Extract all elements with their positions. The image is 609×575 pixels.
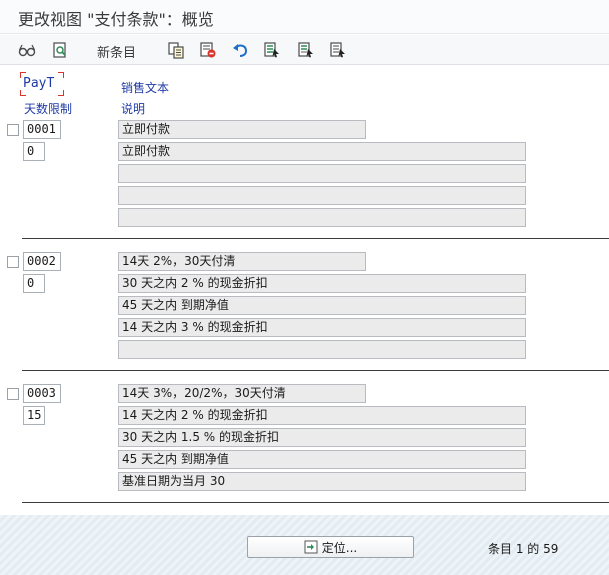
row-select-checkbox[interactable] [7,256,19,268]
payt-field[interactable]: 0002 [23,252,61,271]
row-select-checkbox[interactable] [7,388,19,400]
undo-icon[interactable] [230,40,250,60]
glasses-icon[interactable] [17,40,37,60]
explanation-field[interactable] [118,340,526,359]
day-limit-field[interactable]: 15 [23,406,45,425]
explanation-field[interactable]: 14 天之内 3 % 的现金折扣 [118,318,526,337]
toolbar: 新条目 [0,35,609,65]
explanation-field[interactable]: 30 天之内 2 % 的现金折扣 [118,274,526,293]
select-block-icon[interactable] [296,40,316,60]
sales-text-field[interactable]: 14天 3%，20/2%，30天付清 [118,384,366,403]
explanation-field[interactable]: 45 天之内 到期净值 [118,450,526,469]
day-limit-field[interactable]: 0 [23,142,45,161]
payt-header-label: PayT [23,76,55,91]
deselect-all-icon[interactable] [328,40,348,60]
entry-counter: 条目 1 的 59 [488,542,559,556]
find-icon[interactable] [50,40,70,60]
row-select-checkbox[interactable] [7,124,19,136]
explanation-field[interactable]: 30 天之内 1.5 % 的现金折扣 [118,428,526,447]
explanation-header: 说明 [121,102,146,116]
position-button[interactable]: 定位... [247,536,414,558]
delete-icon[interactable] [198,40,218,60]
row-separator [22,370,609,371]
window-title: 更改视图 "支付条款"：概览 [18,10,214,29]
select-all-icon[interactable] [262,40,282,60]
row-separator [22,502,609,503]
explanation-field[interactable]: 45 天之内 到期净值 [118,296,526,315]
payt-field[interactable]: 0003 [23,384,61,403]
day-limit-field[interactable]: 0 [23,274,45,293]
explanation-field[interactable]: 14 天之内 2 % 的现金折扣 [118,406,526,425]
position-icon [304,540,318,554]
title-bar: 更改视图 "支付条款"：概览 [0,0,609,34]
new-entries-button[interactable]: 新条目 [97,42,136,61]
payt-column-header[interactable]: PayT [20,72,64,96]
row-separator [22,238,609,239]
sales-text-field[interactable]: 立即付款 [118,120,366,139]
explanation-field[interactable]: 立即付款 [118,142,526,161]
explanation-field[interactable] [118,208,526,227]
copy-icon[interactable] [166,40,186,60]
payt-field[interactable]: 0001 [23,120,61,139]
explanation-field[interactable] [118,186,526,205]
explanation-field[interactable]: 基准日期为当月 30 [118,472,526,491]
sales-text-field[interactable]: 14天 2%，30天付清 [118,252,366,271]
explanation-field[interactable] [118,164,526,183]
position-button-label: 定位... [321,540,358,555]
sales-text-header: 销售文本 [121,81,170,95]
day-limit-header: 天数限制 [24,102,73,116]
